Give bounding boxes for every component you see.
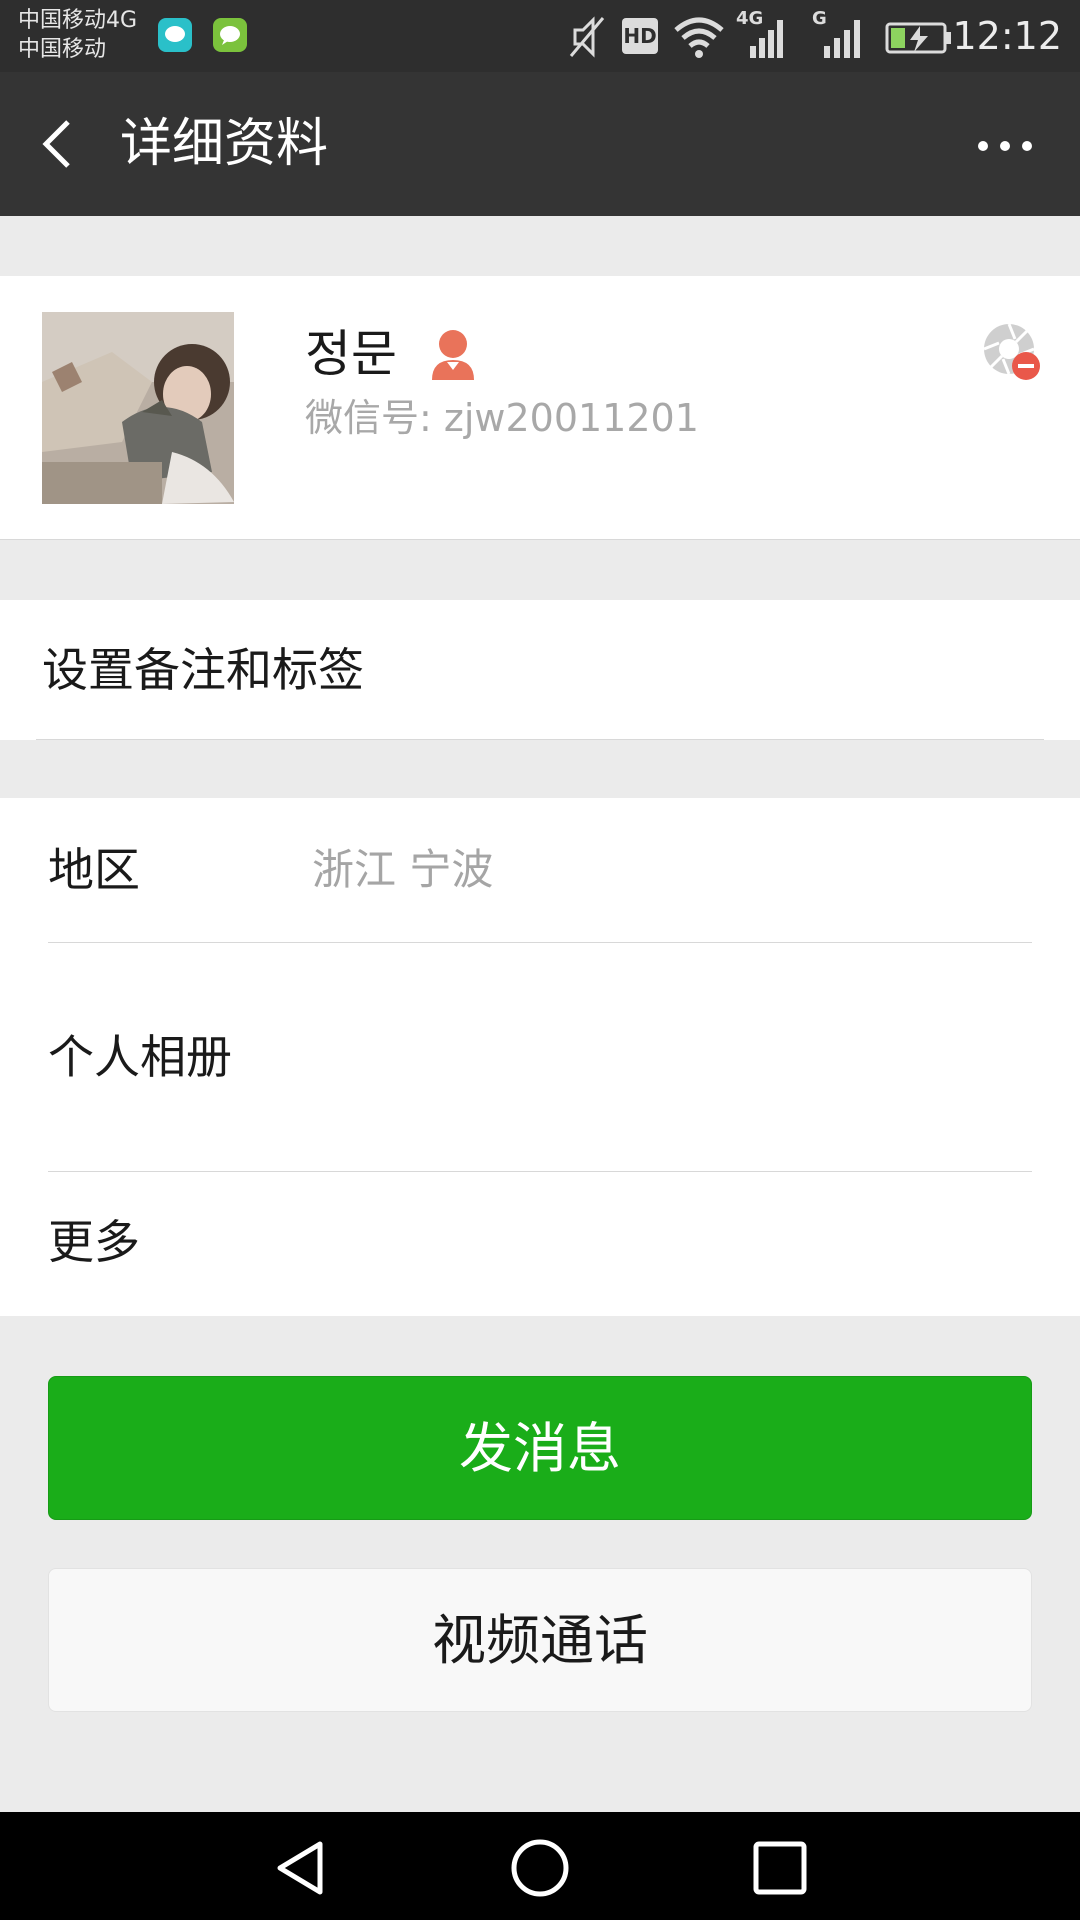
chat-app-icon: [213, 18, 247, 52]
mute-icon: [569, 16, 605, 58]
info-group: 地区 浙江 宁波 个人相册 更多: [0, 798, 1080, 1316]
notification-app-icon: [158, 18, 192, 52]
page-title: 详细资料: [120, 114, 329, 174]
set-remark-tags-row[interactable]: 设置备注和标签: [0, 600, 1080, 740]
nav-home-icon[interactable]: [508, 1836, 572, 1900]
system-nav-bar: [0, 1812, 1080, 1920]
status-bar: 中国移动4G 中国移动 HD 4G G 12:12: [0, 0, 1080, 72]
signal-icon-2: [824, 20, 860, 58]
chevron-left-icon: [42, 120, 70, 168]
remark-label: 设置备注和标签: [42, 643, 364, 697]
moments-blocked-icon[interactable]: [982, 322, 1044, 384]
signal-icon-1: [750, 20, 783, 58]
more-dot-icon: [1022, 141, 1032, 151]
clock: 12:12: [952, 14, 1062, 58]
title-bar: 详细资料: [0, 72, 1080, 216]
nav-back-icon[interactable]: [270, 1836, 334, 1900]
wifi-icon: [674, 17, 724, 58]
video-call-button[interactable]: 视频通话: [48, 1568, 1032, 1712]
personal-album-row[interactable]: 个人相册: [0, 943, 1080, 1171]
female-gender-icon: [432, 330, 474, 380]
region-label: 地区: [48, 843, 140, 897]
more-label: 更多: [48, 1215, 140, 1269]
send-message-button[interactable]: 发消息: [48, 1376, 1032, 1520]
more-dot-icon: [978, 141, 988, 151]
avatar[interactable]: [42, 312, 234, 504]
battery-icon: [885, 22, 951, 54]
region-value: 浙江 宁波: [312, 845, 494, 894]
divider: [36, 739, 1044, 740]
profile-card: 정문 微信号: zjw20011201: [0, 276, 1080, 540]
carrier-line1: 中国移动4G: [18, 8, 138, 33]
carrier-info: 中国移动4G 中国移动: [18, 6, 137, 64]
back-button[interactable]: [30, 108, 90, 180]
more-options-button[interactable]: [970, 122, 1040, 166]
carrier-line2: 中国移动: [18, 37, 107, 62]
more-dot-icon: [1000, 141, 1010, 151]
avatar-photo: [42, 312, 234, 504]
wechat-id: 微信号: zjw20011201: [305, 396, 699, 440]
nav-recents-icon[interactable]: [748, 1836, 812, 1900]
region-row: 地区 浙江 宁波: [0, 798, 1080, 942]
more-row[interactable]: 更多: [0, 1172, 1080, 1316]
nickname: 정문: [305, 325, 397, 383]
hd-icon: HD: [622, 18, 658, 54]
album-label: 个人相册: [48, 1030, 232, 1084]
